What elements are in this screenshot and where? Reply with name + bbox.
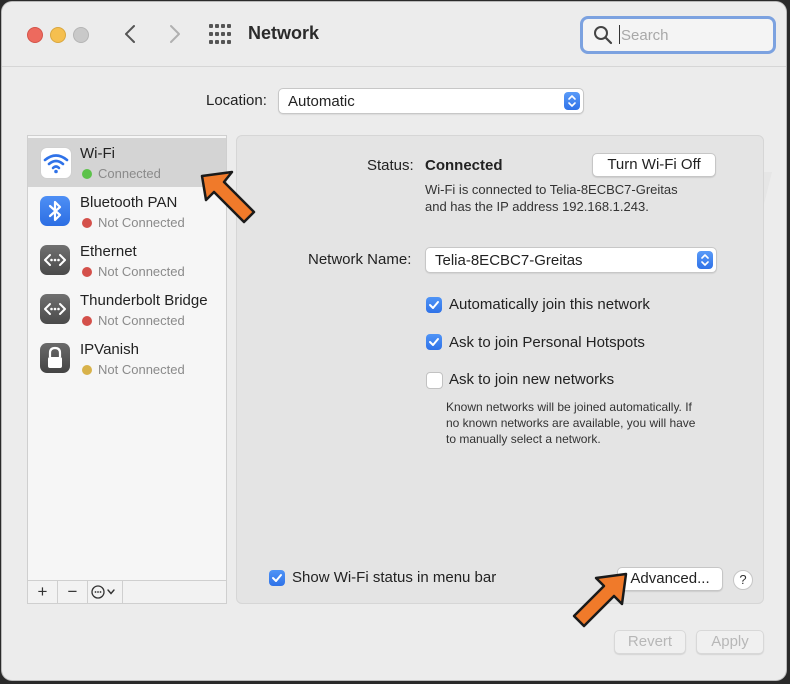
network-name-label: Network Name: (308, 251, 412, 268)
checkmark-icon (429, 338, 439, 346)
status-dot-icon (82, 316, 92, 326)
add-service-button[interactable]: + (28, 581, 58, 603)
status-description-line1: Wi-Fi is connected to Telia-8ECBC7-Greit… (425, 182, 678, 197)
auto-join-label: Automatically join this network (449, 296, 650, 313)
show-all-grid-button[interactable] (209, 24, 231, 44)
sidebar-item-ipvanish[interactable]: IPVanish Not Connected (28, 334, 226, 383)
action-menu-button[interactable] (88, 581, 123, 603)
checkmark-icon (272, 574, 282, 582)
status-dot-icon (82, 218, 92, 228)
sidebar-item-status: Connected (98, 166, 161, 181)
select-stepper-icon (564, 92, 580, 110)
sidebar-item-ethernet[interactable]: Ethernet Not Connected (28, 236, 226, 285)
ask-hotspots-label: Ask to join Personal Hotspots (449, 334, 645, 351)
network-name-value: Telia-8ECBC7-Greitas (435, 252, 583, 269)
sidebar-item-label: Ethernet (80, 243, 137, 260)
close-window-button[interactable] (27, 27, 43, 43)
zoom-window-button[interactable] (73, 27, 89, 43)
known-networks-note-line3: to manually select a network. (446, 432, 601, 446)
grid-icon (209, 24, 231, 44)
network-preferences-window: Network Location: Automatic (2, 2, 786, 680)
network-name-select[interactable]: Telia-8ECBC7-Greitas (425, 247, 717, 273)
sidebar-item-label: Wi-Fi (80, 145, 115, 162)
search-input[interactable] (619, 24, 768, 46)
bluetooth-icon (40, 196, 70, 226)
wifi-details-panel: Status: Connected Turn Wi-Fi Off Wi-Fi i… (236, 135, 764, 604)
ethernet-icon (40, 245, 70, 275)
ask-hotspots-checkbox[interactable] (426, 334, 442, 350)
sidebar-item-status: Not Connected (98, 362, 185, 377)
ask-new-networks-checkbox[interactable] (426, 372, 443, 389)
minimize-window-button[interactable] (50, 27, 66, 43)
annotation-arrow-icon (572, 572, 628, 628)
status-description-line2: and has the IP address 192.168.1.243. (425, 199, 649, 214)
thunderbolt-icon (40, 294, 70, 324)
more-options-icon (91, 585, 115, 599)
sidebar-item-bluetooth-pan[interactable]: Bluetooth PAN Not Connected (28, 187, 226, 236)
annotation-arrow-icon (200, 170, 256, 224)
sidebar-item-status: Not Connected (98, 313, 185, 328)
revert-button[interactable]: Revert (614, 630, 686, 654)
wifi-icon (40, 147, 72, 179)
location-value: Automatic (288, 93, 355, 110)
checkmark-icon (429, 301, 439, 309)
apply-button[interactable]: Apply (696, 630, 764, 654)
sidebar-item-wifi[interactable]: Wi-Fi Connected (28, 138, 226, 187)
search-icon (594, 26, 613, 45)
location-label: Location: (206, 92, 267, 109)
status-label: Status: (367, 157, 414, 174)
remove-service-button[interactable]: − (58, 581, 88, 603)
forward-button[interactable] (162, 22, 186, 46)
sidebar-item-label: Thunderbolt Bridge (80, 292, 208, 309)
window-title: Network (248, 23, 320, 43)
show-wifi-status-label: Show Wi-Fi status in menu bar (292, 569, 497, 586)
sidebar-item-status: Not Connected (98, 215, 185, 230)
known-networks-note-line2: no known networks are available, you wil… (446, 416, 696, 430)
status-dot-icon (82, 267, 92, 277)
location-select[interactable]: Automatic (278, 88, 584, 114)
sidebar-item-thunderbolt-bridge[interactable]: Thunderbolt Bridge Not Connected (28, 285, 226, 334)
select-stepper-icon (697, 251, 713, 269)
known-networks-note-line1: Known networks will be joined automatica… (446, 400, 692, 414)
sidebar-item-label: IPVanish (80, 341, 139, 358)
ask-new-networks-label: Ask to join new networks (449, 371, 615, 388)
status-dot-icon (82, 365, 92, 375)
advanced-button[interactable]: Advanced... (617, 567, 723, 591)
chevron-right-icon (170, 25, 180, 43)
chevron-left-icon (125, 25, 135, 43)
status-dot-icon (82, 169, 92, 179)
sidebar-toolbar: + − (28, 580, 226, 603)
turn-wifi-off-button[interactable]: Turn Wi-Fi Off (592, 153, 716, 177)
sidebar-item-label: Bluetooth PAN (80, 194, 178, 211)
network-service-list: Wi-Fi Connected Bluetooth PAN Not Connec… (27, 135, 227, 604)
lock-icon (40, 343, 70, 373)
auto-join-checkbox[interactable] (426, 297, 442, 313)
help-button[interactable]: ? (733, 570, 753, 590)
sidebar-item-status: Not Connected (98, 264, 185, 279)
status-value: Connected (425, 157, 503, 174)
title-bar: Network (2, 2, 786, 67)
back-button[interactable] (119, 22, 143, 46)
show-wifi-status-checkbox[interactable] (269, 570, 285, 586)
search-field[interactable] (580, 16, 776, 54)
